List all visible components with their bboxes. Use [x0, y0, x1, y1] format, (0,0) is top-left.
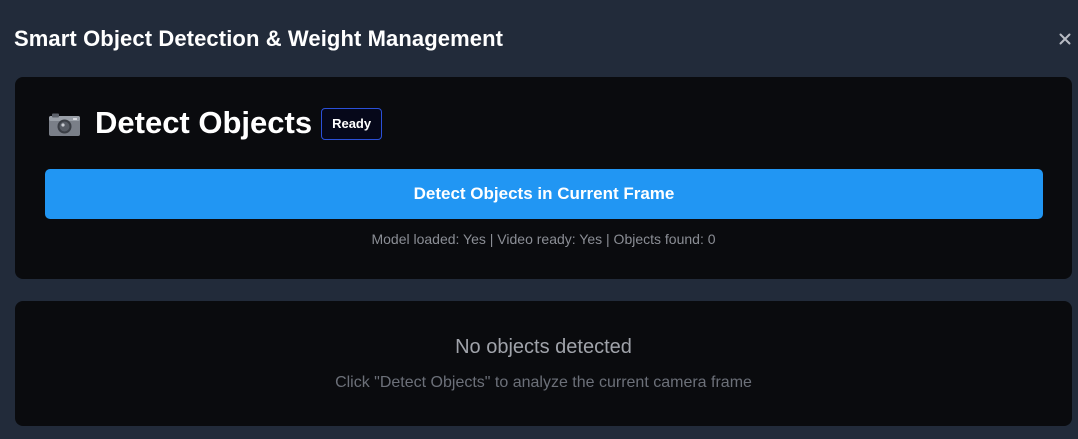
detect-panel: Detect Objects Ready Detect Objects in C… — [15, 77, 1072, 279]
detection-status-line: Model loaded: Yes | Video ready: Yes | O… — [371, 231, 716, 247]
close-icon — [1059, 33, 1071, 45]
detect-title: Detect Objects — [95, 105, 313, 140]
camera-icon — [48, 110, 81, 140]
close-button[interactable] — [1054, 28, 1076, 50]
results-panel: No objects detected Click "Detect Object… — [15, 301, 1072, 426]
status-badge: Ready — [321, 107, 383, 140]
detect-objects-button[interactable]: Detect Objects in Current Frame — [45, 169, 1043, 219]
dialog-header: Smart Object Detection & Weight Manageme… — [0, 0, 1078, 78]
dialog-title: Smart Object Detection & Weight Manageme… — [14, 26, 504, 51]
empty-state-title: No objects detected — [455, 336, 632, 358]
detect-header: Detect Objects Ready — [48, 105, 383, 141]
empty-state-subtitle: Click "Detect Objects" to analyze the cu… — [335, 374, 752, 391]
